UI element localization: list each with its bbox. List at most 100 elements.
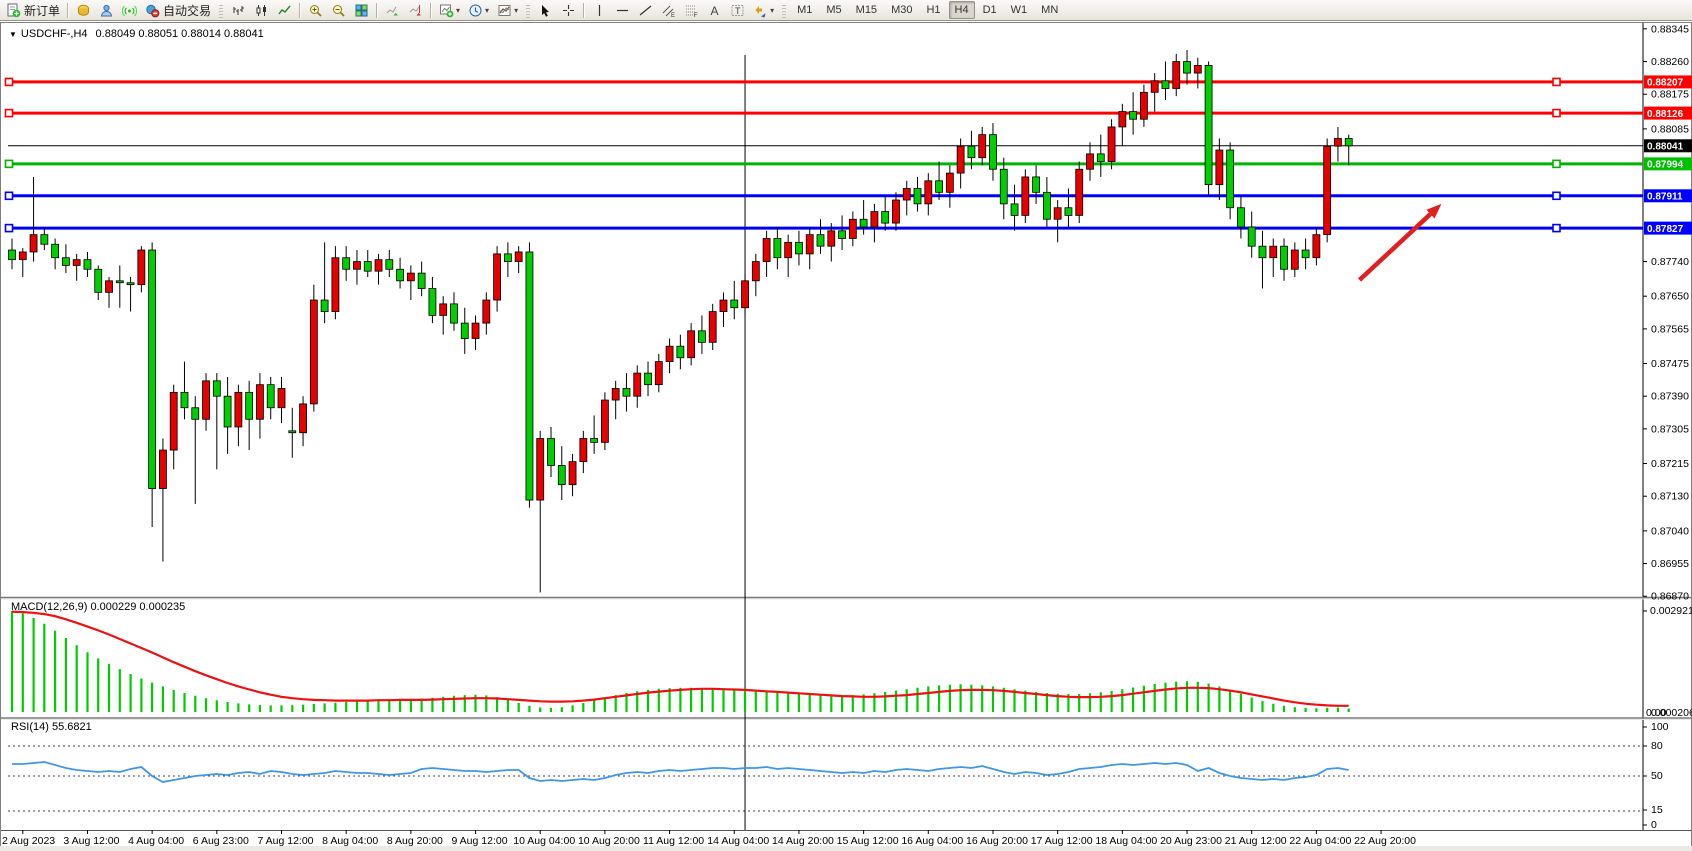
- svg-text:0.88041: 0.88041: [1647, 142, 1684, 153]
- chart-shift-button[interactable]: [405, 0, 426, 20]
- svg-text:E: E: [671, 13, 675, 18]
- clock-icon: [468, 3, 483, 18]
- price-badge: 0.88041: [1644, 139, 1692, 152]
- new-order-button[interactable]: 新订单: [3, 0, 63, 20]
- signals-button[interactable]: [119, 0, 140, 20]
- deposit-button[interactable]: [73, 0, 94, 20]
- crosshair-button[interactable]: [558, 0, 579, 20]
- auto-scroll-icon: [385, 3, 400, 18]
- candle[interactable]: [1022, 169, 1029, 223]
- timeframe-button-m30[interactable]: M30: [885, 1, 918, 19]
- hline-handle[interactable]: [6, 225, 13, 232]
- arrows-button[interactable]: ▾: [750, 0, 777, 20]
- candle[interactable]: [310, 285, 317, 412]
- timeframe-button-w1[interactable]: W1: [1005, 1, 1034, 19]
- zoom-out-button[interactable]: [328, 0, 349, 20]
- window-bottom-edge: [0, 846, 1692, 851]
- candle[interactable]: [1108, 119, 1115, 169]
- line-chart-icon: [277, 3, 292, 18]
- rsi-indicator-label: RSI(14) 55.6821: [11, 721, 92, 733]
- periods-button[interactable]: ▾: [465, 0, 492, 20]
- zoom-out-icon: [331, 3, 346, 18]
- tile-windows-button[interactable]: [351, 0, 372, 20]
- dropdown-caret-icon: ▾: [770, 6, 774, 15]
- price-badge: 0.87827: [1644, 222, 1692, 235]
- text-label-icon: T: [730, 3, 745, 18]
- candle[interactable]: [526, 242, 533, 507]
- arrows-icon: [753, 3, 768, 18]
- candle[interactable]: [601, 392, 608, 450]
- hline-handle[interactable]: [1553, 192, 1560, 199]
- text-label-button[interactable]: T: [727, 0, 748, 20]
- trendline-button[interactable]: [635, 0, 656, 20]
- auto-trading-button[interactable]: 自动交易: [142, 0, 214, 20]
- vertical-line-button[interactable]: [589, 0, 610, 20]
- price-chart[interactable]: 0.883450.882600.881750.880850.877400.876…: [0, 0, 1692, 851]
- text-button[interactable]: A: [704, 0, 725, 20]
- hline-handle[interactable]: [6, 110, 13, 117]
- line-chart-button[interactable]: [274, 0, 295, 20]
- templates-button[interactable]: ▾: [494, 0, 521, 20]
- price-axis-label: 0.87040: [1651, 525, 1689, 537]
- price-axis-label: 0.87475: [1651, 358, 1689, 370]
- toolbar-group-grip: [782, 3, 786, 18]
- macd-axis-label: 0.002921: [1650, 605, 1692, 617]
- candlestick-chart-button[interactable]: [251, 0, 272, 20]
- hline-handle[interactable]: [1553, 225, 1560, 232]
- new-chart-button[interactable]: ▾: [436, 0, 463, 20]
- timeframe-button-h4[interactable]: H4: [949, 1, 975, 19]
- zoom-in-icon: [308, 3, 323, 18]
- macd-axis-label: 0.000206: [1651, 707, 1692, 719]
- candle[interactable]: [1227, 142, 1234, 219]
- rsi-axis-label: 100: [1651, 721, 1669, 733]
- template-icon: [497, 3, 512, 18]
- horizontal-line-button[interactable]: [612, 0, 633, 20]
- rsi-axis-label: 50: [1651, 770, 1663, 782]
- rsi-axis-label: 0: [1651, 819, 1657, 831]
- auto-scroll-button[interactable]: [382, 0, 403, 20]
- toolbar-separator: [299, 3, 301, 18]
- zoom-in-button[interactable]: [305, 0, 326, 20]
- timeframe-button-d1[interactable]: D1: [977, 1, 1003, 19]
- hline-handle[interactable]: [1553, 110, 1560, 117]
- hline-handle[interactable]: [6, 192, 13, 199]
- price-axis-label: 0.88085: [1651, 123, 1689, 135]
- hline-handle[interactable]: [6, 78, 13, 85]
- candle-chart-icon: [254, 3, 269, 18]
- toolbar-separator: [430, 3, 432, 18]
- new-chart-icon: [439, 3, 454, 18]
- timeframe-button-m1[interactable]: M1: [791, 1, 818, 19]
- hline-handle[interactable]: [6, 160, 13, 167]
- symbol-dropdown-icon[interactable]: ▼: [9, 30, 17, 39]
- tile-windows-icon: [354, 3, 369, 18]
- timeframe-button-h1[interactable]: H1: [920, 1, 946, 19]
- equidistant-channel-button[interactable]: E: [658, 0, 679, 20]
- svg-text:0.87911: 0.87911: [1647, 192, 1683, 203]
- fibonacci-icon: F: [684, 3, 699, 18]
- dropdown-caret-icon: ▾: [456, 6, 460, 15]
- profile-button[interactable]: [96, 0, 117, 20]
- candle[interactable]: [1324, 138, 1331, 242]
- vline-icon: [592, 3, 607, 18]
- text-icon: A: [707, 3, 722, 18]
- price-axis-label: 0.87130: [1651, 491, 1689, 503]
- candle[interactable]: [149, 242, 156, 527]
- timeframe-button-mn[interactable]: MN: [1035, 1, 1064, 19]
- hline-icon: [615, 3, 630, 18]
- bar-chart-button[interactable]: [228, 0, 249, 20]
- timeframe-button-m15[interactable]: M15: [850, 1, 883, 19]
- candle[interactable]: [1076, 162, 1083, 224]
- cursor-button[interactable]: [535, 0, 556, 20]
- main-toolbar: 新订单自动交易▾▾▾EFAT▾M1M5M15M30H1H4D1W1MN: [0, 0, 1692, 21]
- svg-text:0.88207: 0.88207: [1647, 78, 1684, 89]
- toolbar-separator: [583, 3, 585, 18]
- hline-handle[interactable]: [1553, 160, 1560, 167]
- fibonacci-button[interactable]: F: [681, 0, 702, 20]
- macd-indicator-label: MACD(12,26,9) 0.000229 0.000235: [11, 601, 185, 613]
- hline-handle[interactable]: [1553, 78, 1560, 85]
- timeframe-button-m5[interactable]: M5: [820, 1, 847, 19]
- new-order-icon: [6, 3, 21, 18]
- history-book-icon: [76, 3, 91, 18]
- candle[interactable]: [1205, 62, 1212, 197]
- crosshair-icon: [561, 3, 576, 18]
